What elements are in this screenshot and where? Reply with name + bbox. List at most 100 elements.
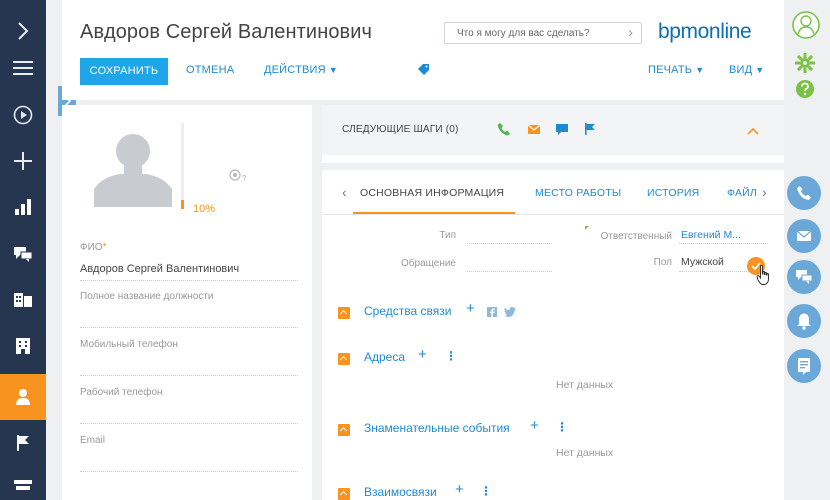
group-addresses-title[interactable]: Адреса <box>364 350 405 364</box>
job-title-field[interactable] <box>80 327 298 328</box>
phone-panel-button[interactable] <box>787 176 821 210</box>
feed-icon[interactable] <box>0 231 46 277</box>
full-name-value[interactable]: Авдоров Сергей Валентинович <box>80 263 239 275</box>
accounts-section-icon[interactable] <box>0 323 46 369</box>
more-options-icon[interactable]: ⋮ <box>445 349 457 363</box>
cancel-button[interactable]: ОТМЕНА <box>186 64 234 76</box>
group-communications-title[interactable]: Средства связи <box>364 304 451 318</box>
chat-panel-button[interactable] <box>787 260 821 294</box>
brand-logo: bpmonline <box>658 20 752 43</box>
group-relationships-title[interactable]: Взаимосвязи <box>364 485 437 499</box>
tab-job[interactable]: МЕСТО РАБОТЫ <box>535 187 621 199</box>
caret-down-icon: ▼ <box>755 65 765 75</box>
full-name-label: ФИО* <box>80 242 107 253</box>
user-profile-icon[interactable] <box>792 10 820 40</box>
owner-underline <box>679 243 768 244</box>
avatar[interactable] <box>94 127 172 207</box>
collapse-chevron-icon[interactable] <box>747 127 759 135</box>
salutation-field[interactable] <box>467 271 552 272</box>
addresses-empty-text: Нет данных <box>556 379 614 391</box>
tabs-scroll-left-icon[interactable]: ‹ <box>342 184 347 200</box>
tab-history[interactable]: ИСТОРИЯ <box>647 187 699 199</box>
work-phone-field[interactable] <box>80 423 298 424</box>
call-icon[interactable] <box>497 122 511 136</box>
group-anniversaries-title[interactable]: Знаменательные события <box>364 421 510 435</box>
twitter-icon[interactable] <box>504 307 516 317</box>
add-icon[interactable]: + <box>455 481 464 498</box>
group-toggle-anniversaries[interactable] <box>338 424 350 436</box>
add-icon[interactable] <box>0 138 46 184</box>
documents-panel-button[interactable] <box>787 349 821 383</box>
chevron-right-icon: › <box>628 24 633 41</box>
main-area: Авдоров Сергей Валентинович Что я могу д… <box>62 0 784 500</box>
next-steps-header[interactable]: СЛЕДУЮЩИЕ ШАГИ (0) <box>322 105 784 155</box>
mobile-phone-label: Мобильный телефон <box>80 339 178 350</box>
bell-icon <box>797 313 811 330</box>
gender-value[interactable]: Мужской <box>681 256 724 268</box>
required-mark <box>585 226 589 230</box>
more-options-icon[interactable]: ⋮ <box>480 484 492 498</box>
page-title: Авдоров Сергей Валентинович <box>80 21 373 43</box>
inbox-section-icon[interactable] <box>0 464 46 500</box>
page-header: Авдоров Сергей Валентинович Что я могу д… <box>62 0 784 100</box>
caret-down-icon: ▼ <box>695 65 705 75</box>
view-button[interactable]: ВИД ▼ <box>729 64 764 76</box>
notifications-panel-button[interactable] <box>787 304 821 338</box>
dashboards-icon[interactable] <box>0 184 46 230</box>
actions-label: ДЕЙСТВИЯ <box>264 64 326 76</box>
left-sidebar <box>0 0 46 500</box>
tabs-scroll-right-icon[interactable]: › <box>762 184 767 200</box>
hint-question-mark: ? <box>242 174 247 183</box>
full-name-underline <box>80 280 298 281</box>
completeness-hint-icon[interactable] <box>229 169 241 181</box>
facebook-icon[interactable] <box>487 307 497 317</box>
group-toggle-relationships[interactable] <box>338 488 350 500</box>
task-flag-icon[interactable] <box>583 122 597 136</box>
phone-icon <box>797 186 811 200</box>
chat-icon[interactable] <box>555 122 569 136</box>
next-steps-panel: СЛЕДУЮЩИЕ ШАГИ (0) <box>322 105 784 163</box>
user-contact-icon[interactable] <box>0 374 46 420</box>
right-sidebar <box>784 0 830 500</box>
tabstrip: ‹ ОСНОВНАЯ ИНФОРМАЦИЯ МЕСТО РАБОТЫ ИСТОР… <box>322 170 784 215</box>
tag-icon[interactable] <box>417 63 430 81</box>
mobile-phone-field[interactable] <box>80 375 298 376</box>
group-toggle-addresses[interactable] <box>338 353 350 365</box>
tab-main-info[interactable]: ОСНОВНАЯ ИНФОРМАЦИЯ <box>360 187 504 199</box>
active-tab-indicator <box>353 212 515 214</box>
contacts-section-icon[interactable] <box>0 277 46 323</box>
type-field[interactable] <box>467 243 552 244</box>
tab-files[interactable]: ФАЙЛ <box>727 187 757 199</box>
owner-link[interactable]: Евгений М... <box>681 229 741 241</box>
add-icon[interactable]: + <box>466 300 475 317</box>
flag-section-icon[interactable] <box>0 420 46 466</box>
email-panel-button[interactable] <box>787 219 821 253</box>
hand-cursor-icon <box>756 264 769 285</box>
print-label: ПЕЧАТЬ <box>648 64 693 76</box>
tabs-panel: ‹ ОСНОВНАЯ ИНФОРМАЦИЯ МЕСТО РАБОТЫ ИСТОР… <box>322 170 784 500</box>
group-toggle-communications[interactable] <box>338 307 350 319</box>
help-icon[interactable] <box>795 79 815 99</box>
add-icon[interactable]: + <box>418 346 427 363</box>
actions-button[interactable]: ДЕЙСТВИЯ ▼ <box>264 64 338 76</box>
type-label: Тип <box>439 230 456 241</box>
anniversaries-empty-text: Нет данных <box>556 447 614 459</box>
completeness-bar-fill <box>181 200 184 209</box>
email-label: Email <box>80 435 106 446</box>
envelope-icon <box>796 230 812 241</box>
settings-gear-icon[interactable] <box>794 52 816 74</box>
gender-underline <box>679 271 749 272</box>
hamburger-menu-icon[interactable] <box>0 45 46 91</box>
command-line-input[interactable]: Что я могу для вас сделать? › <box>444 22 642 44</box>
job-title-label: Полное название должности <box>80 291 214 302</box>
command-line-placeholder: Что я могу для вас сделать? <box>457 28 590 39</box>
email-icon[interactable] <box>527 122 541 136</box>
completeness-percent: 10% <box>193 203 216 215</box>
add-icon[interactable]: + <box>530 417 539 434</box>
email-field[interactable] <box>80 471 298 472</box>
more-options-icon[interactable]: ⋮ <box>556 420 568 434</box>
print-button[interactable]: ПЕЧАТЬ ▼ <box>648 64 704 76</box>
process-run-icon[interactable] <box>0 92 46 138</box>
owner-label: Ответственный <box>600 231 672 242</box>
save-button[interactable]: СОХРАНИТЬ <box>80 58 168 85</box>
